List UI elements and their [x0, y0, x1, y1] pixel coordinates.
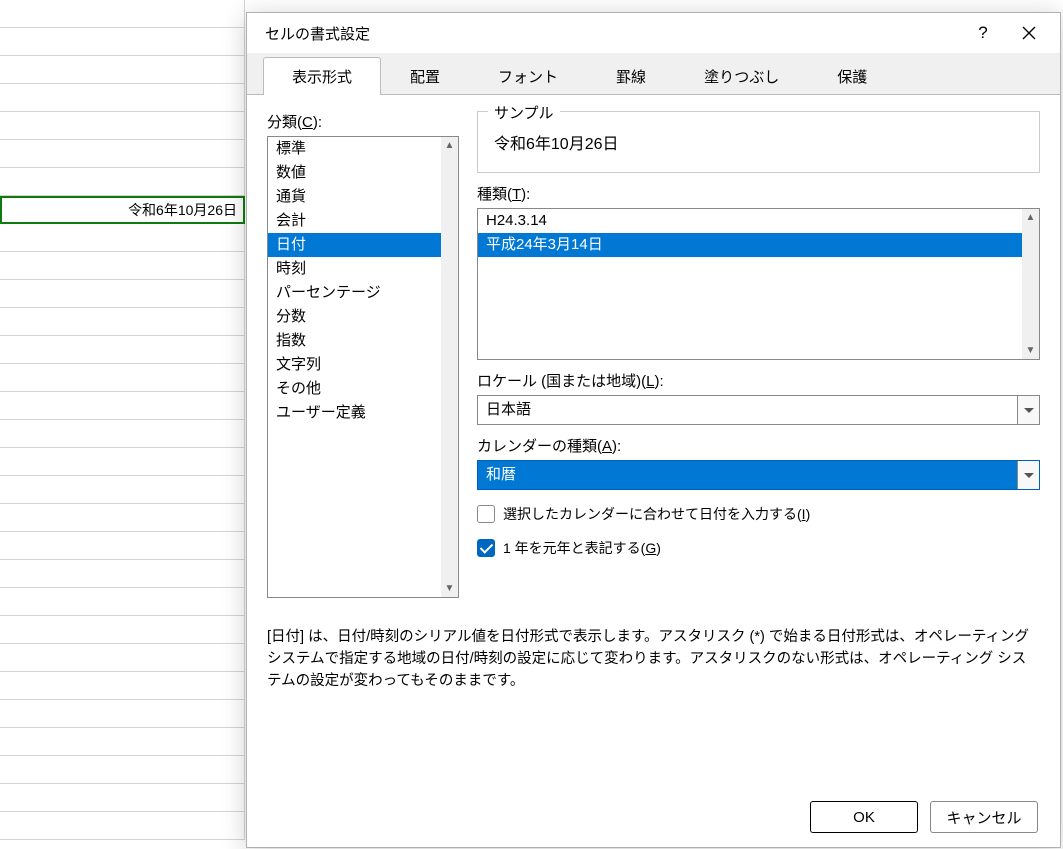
tab-number-format[interactable]: 表示形式 — [263, 57, 381, 95]
sample-label: サンプル — [488, 102, 560, 123]
calendar-select[interactable]: 和暦 — [477, 460, 1040, 490]
scroll-down-icon[interactable]: ▼ — [441, 580, 458, 597]
scroll-up-icon[interactable]: ▲ — [1022, 209, 1039, 226]
category-item[interactable]: ユーザー定義 — [268, 401, 458, 425]
type-scrollbar[interactable]: ▲ ▼ — [1022, 209, 1039, 359]
category-listbox[interactable]: 標準数値通貨会計日付時刻パーセンテージ分数指数文字列その他ユーザー定義 ▲ ▼ — [267, 136, 459, 598]
scroll-down-icon[interactable]: ▼ — [1022, 342, 1039, 359]
tab-border[interactable]: 罫線 — [587, 57, 675, 95]
active-cell[interactable]: 令和6年10月26日 — [0, 196, 245, 224]
dialog-title: セルの書式設定 — [265, 23, 370, 44]
sample-value: 令和6年10月26日 — [492, 124, 1025, 160]
gannen-label: 1 年を元年と表記する(G) — [503, 538, 661, 558]
gannen-checkbox[interactable] — [477, 539, 495, 557]
category-item[interactable]: 標準 — [268, 137, 458, 161]
match-calendar-label: 選択したカレンダーに合わせて日付を入力する(I) — [503, 504, 810, 524]
tab-fill[interactable]: 塗りつぶし — [675, 57, 808, 95]
match-calendar-checkbox[interactable] — [477, 505, 495, 523]
help-button[interactable] — [962, 17, 1004, 49]
close-button[interactable] — [1008, 17, 1050, 49]
category-item[interactable]: 分数 — [268, 305, 458, 329]
listbox-scrollbar[interactable]: ▲ ▼ — [441, 137, 458, 597]
format-cells-dialog: セルの書式設定 表示形式 配置 フォント 罫線 塗りつぶし 保護 分類(C): … — [246, 12, 1061, 848]
locale-select[interactable]: 日本語 — [477, 395, 1040, 425]
type-listbox[interactable]: H24.3.14平成24年3月14日 ▲ ▼ — [477, 208, 1040, 360]
tab-protection[interactable]: 保護 — [808, 57, 896, 95]
type-item[interactable]: H24.3.14 — [478, 209, 1039, 233]
spreadsheet-cells: 令和6年10月26日 — [0, 0, 245, 849]
category-item[interactable]: 文字列 — [268, 353, 458, 377]
category-label: 分類(C): — [267, 111, 459, 132]
scroll-up-icon[interactable]: ▲ — [441, 137, 458, 154]
format-description: [日付] は、日付/時刻のシリアル値を日付形式で表示します。アスタリスク (*)… — [267, 626, 1038, 692]
type-label: 種類(T): — [477, 183, 1040, 204]
category-item[interactable]: 数値 — [268, 161, 458, 185]
ok-button[interactable]: OK — [810, 801, 918, 833]
cancel-button[interactable]: キャンセル — [930, 801, 1038, 833]
category-item[interactable]: 会計 — [268, 209, 458, 233]
category-item[interactable]: 日付 — [268, 233, 458, 257]
category-item[interactable]: パーセンテージ — [268, 281, 458, 305]
locale-label: ロケール (国または地域)(L): — [477, 370, 1040, 391]
tab-strip: 表示形式 配置 フォント 罫線 塗りつぶし 保護 — [247, 53, 1060, 95]
tab-font[interactable]: フォント — [469, 57, 587, 95]
calendar-label: カレンダーの種類(A): — [477, 435, 1040, 456]
category-item[interactable]: 指数 — [268, 329, 458, 353]
category-item[interactable]: 通貨 — [268, 185, 458, 209]
sample-group: サンプル 令和6年10月26日 — [477, 111, 1040, 173]
titlebar: セルの書式設定 — [247, 13, 1060, 53]
category-item[interactable]: 時刻 — [268, 257, 458, 281]
category-item[interactable]: その他 — [268, 377, 458, 401]
type-item[interactable]: 平成24年3月14日 — [478, 233, 1039, 257]
tab-alignment[interactable]: 配置 — [381, 57, 469, 95]
